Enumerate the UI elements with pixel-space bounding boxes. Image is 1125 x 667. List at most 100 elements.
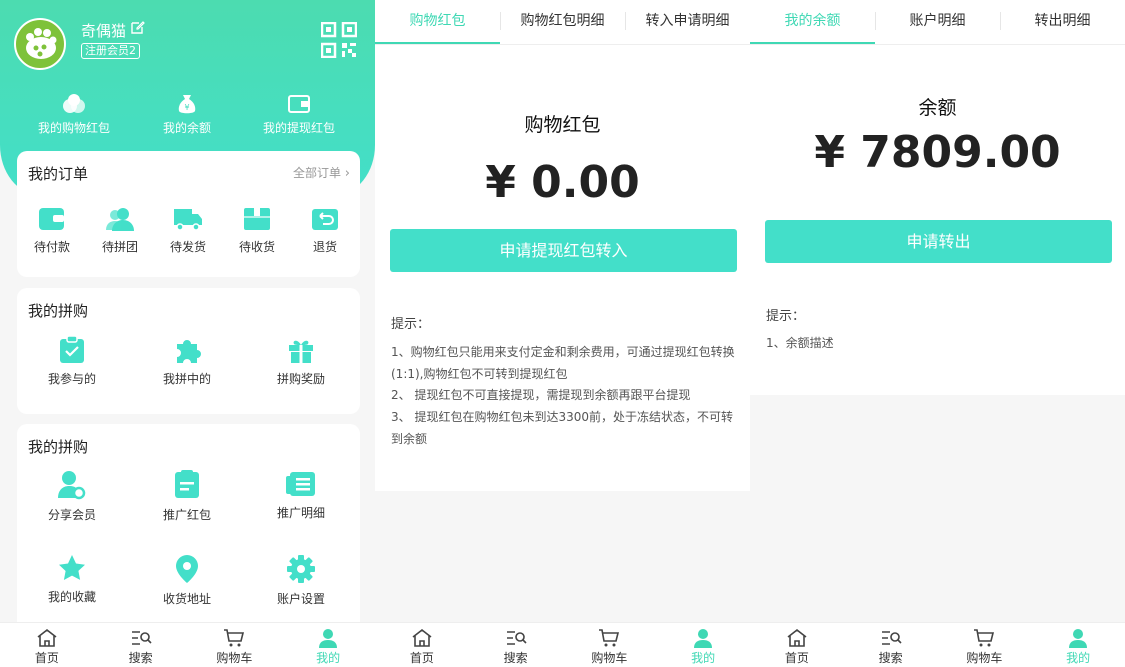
bottom-tabbar: 首页 搜索 购物车 我的 — [375, 622, 750, 667]
tab-home[interactable]: 首页 — [750, 623, 844, 667]
edit-icon[interactable] — [131, 20, 145, 34]
clipboard-check-icon — [60, 336, 84, 363]
user-icon — [319, 629, 338, 648]
group-buy-reward[interactable]: 拼购奖励 — [267, 336, 335, 387]
promo-card: 我的拼购 分享会员 推广红包 推广明细 我的收藏 收货地址 账户设置 — [17, 424, 360, 644]
search-list-icon — [131, 631, 152, 645]
tab-cart[interactable]: 购物车 — [563, 623, 657, 667]
group-buy-won[interactable]: 我拼中的 — [153, 336, 221, 387]
search-list-icon — [881, 631, 902, 645]
tab-mine[interactable]: 我的 — [656, 623, 750, 667]
wallet-icon — [288, 95, 310, 113]
balance-title: 余额 — [918, 97, 957, 119]
promo-redpacket[interactable]: 推广红包 — [153, 470, 221, 523]
profile-screen: 奇偶猫 注册会员2 我的购物红包 ¥ 我的余额 我的提现红包 我的订单 全部订单… — [0, 0, 375, 667]
star-icon — [59, 555, 85, 580]
truck-icon — [174, 209, 202, 231]
tab-label: 购物车 — [966, 651, 1003, 665]
order-label: 待收货 — [238, 240, 275, 254]
order-label: 待发货 — [169, 240, 206, 254]
promo-label: 推广明细 — [276, 506, 325, 520]
member-level-badge: 注册会员2 — [81, 43, 140, 59]
promo-label: 账户设置 — [276, 592, 325, 606]
order-pending-ship[interactable]: 待发货 — [154, 206, 222, 255]
redpacket-amount: ¥ 0.00 — [485, 157, 640, 208]
tip-line: 1、购物红包只能用来支付定金和剩余费用，可通过提现红包转换(1:1),购物红包不… — [391, 345, 735, 381]
tab-mine[interactable]: 我的 — [1031, 623, 1125, 667]
balance-top-tabs: 我的余额 账户明细 转出明细 — [750, 0, 1125, 45]
group-buy-label: 我拼中的 — [162, 372, 211, 386]
order-return[interactable]: 退货 — [291, 206, 359, 255]
tab-search[interactable]: 搜索 — [469, 623, 563, 667]
quick-link-balance[interactable]: ¥ 我的余额 — [127, 93, 247, 136]
tab-search[interactable]: 搜索 — [94, 623, 188, 667]
tab-cart[interactable]: 购物车 — [188, 623, 282, 667]
account-settings[interactable]: 账户设置 — [267, 554, 335, 607]
promo-title: 我的拼购 — [28, 438, 89, 456]
quick-link-label: 我的提现红包 — [262, 121, 335, 135]
tab-label: 我的 — [691, 651, 716, 665]
order-pending-payment[interactable]: 待付款 — [18, 206, 86, 255]
tab-my-balance[interactable]: 我的余额 — [750, 0, 875, 44]
tab-label: 首页 — [34, 651, 59, 665]
tab-mine[interactable]: 我的 — [281, 623, 375, 667]
order-label: 待付款 — [33, 240, 70, 254]
tab-label: 我的 — [1066, 651, 1091, 665]
tab-label: 首页 — [409, 651, 434, 665]
group-buy-card: 我的拼购 我参与的 我拼中的 拼购奖励 — [17, 288, 360, 414]
apply-transfer-button[interactable]: 申请提现红包转入 — [390, 229, 737, 272]
cart-icon — [974, 629, 995, 647]
my-favorites[interactable]: 我的收藏 — [38, 554, 106, 605]
order-label: 退货 — [312, 240, 337, 254]
balance-screen: 我的余额 账户明细 转出明细 余额 ¥ 7809.00 申请转出 提示： 1、余… — [750, 0, 1125, 667]
group-buy-label: 我参与的 — [47, 372, 96, 386]
redpacket-screen: 购物红包 购物红包明细 转入申请明细 购物红包 ¥ 0.00 申请提现红包转入 … — [375, 0, 750, 667]
redpacket-top-tabs: 购物红包 购物红包明细 转入申请明细 — [375, 0, 750, 45]
tab-home[interactable]: 首页 — [0, 623, 94, 667]
coins-icon — [63, 94, 85, 113]
order-pending-receive[interactable]: 待收货 — [223, 206, 291, 255]
money-bag-icon: ¥ — [178, 95, 196, 114]
home-icon — [787, 628, 807, 647]
tip-line: 1、余额描述 — [766, 336, 834, 350]
tab-shopping-redpacket[interactable]: 购物红包 — [375, 0, 500, 44]
group-users-icon — [106, 208, 134, 231]
tab-search[interactable]: 搜索 — [844, 623, 938, 667]
tab-account-detail[interactable]: 账户明细 — [875, 0, 1000, 44]
orders-card: 我的订单 全部订单 › 待付款 待拼团 待发货 待收货 退货 — [17, 151, 360, 277]
box-icon — [244, 208, 270, 230]
group-buy-joined[interactable]: 我参与的 — [38, 336, 106, 387]
promo-detail[interactable]: 推广明细 — [267, 470, 335, 521]
gift-icon — [289, 340, 313, 363]
redpacket-title: 购物红包 — [524, 114, 601, 136]
svg-text:¥: ¥ — [184, 103, 189, 112]
all-orders-link[interactable]: 全部订单 › — [293, 164, 350, 181]
quick-link-shopping-redpacket[interactable]: 我的购物红包 — [14, 93, 134, 136]
tab-redpacket-detail[interactable]: 购物红包明细 — [500, 0, 625, 44]
order-pending-group[interactable]: 待拼团 — [86, 206, 154, 255]
tip-line: 3、 提现红包在购物红包未到达3300前，处于冻结状态，不可转到余额 — [391, 410, 733, 446]
quick-link-withdraw-redpacket[interactable]: 我的提现红包 — [239, 93, 359, 136]
list-detail-icon — [286, 472, 315, 496]
share-user-icon — [58, 471, 86, 500]
redpacket-panel: 购物红包 ¥ 0.00 申请提现红包转入 提示： 1、购物红包只能用来支付定金和… — [375, 45, 750, 491]
tab-transfer-out-detail[interactable]: 转出明细 — [1000, 0, 1125, 44]
shipping-address[interactable]: 收货地址 — [153, 554, 221, 607]
balance-amount: ¥ 7809.00 — [814, 127, 1061, 178]
tab-label: 首页 — [784, 651, 809, 665]
home-icon — [37, 628, 57, 647]
return-icon — [312, 209, 338, 230]
balance-panel: 余额 ¥ 7809.00 申请转出 提示： 1、余额描述 — [750, 45, 1125, 395]
user-icon — [694, 629, 713, 648]
group-buy-title: 我的拼购 — [28, 302, 89, 320]
apply-transfer-out-button[interactable]: 申请转出 — [765, 220, 1112, 263]
tab-cart[interactable]: 购物车 — [938, 623, 1032, 667]
tab-transfer-request-detail[interactable]: 转入申请明细 — [625, 0, 750, 44]
avatar[interactable] — [14, 18, 66, 70]
tip-title: 提示： — [391, 317, 431, 332]
share-member[interactable]: 分享会员 — [38, 470, 106, 523]
qr-code-icon[interactable] — [321, 22, 357, 58]
tab-home[interactable]: 首页 — [375, 623, 469, 667]
promo-label: 收货地址 — [162, 592, 211, 606]
group-buy-label: 拼购奖励 — [276, 372, 325, 386]
